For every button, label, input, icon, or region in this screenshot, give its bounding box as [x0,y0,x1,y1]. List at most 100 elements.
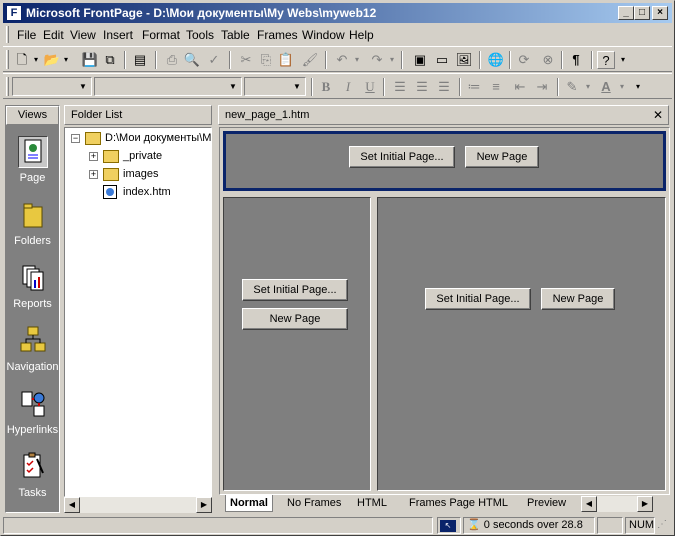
close-document-icon[interactable]: ✕ [651,108,665,122]
minimize-button[interactable]: _ [618,6,634,20]
frontpage-app-icon[interactable]: F [6,5,22,21]
menu-window[interactable]: Window [302,28,345,42]
views-bar: Views Page Folders Reports Navigation Hy… [5,105,60,513]
toolbar-separator [459,78,461,96]
print-icon[interactable]: ⎙ [163,51,181,69]
new-page-button[interactable]: New Page [242,308,348,330]
bold-icon[interactable]: B [317,78,335,96]
folder-list-hscrollbar[interactable]: ◀ ▶ [64,497,212,513]
hyperlink-icon[interactable]: 🌐 [487,51,505,69]
set-initial-page-button[interactable]: Set Initial Page... [425,288,531,310]
tabs-scroll-track[interactable] [597,496,637,512]
scroll-right-icon[interactable]: ▶ [637,496,653,512]
insert-picture-icon[interactable]: 🖼 [455,51,473,69]
frame-top[interactable]: Set Initial Page... New Page [223,131,666,191]
tree-item-private[interactable]: + _private [87,148,207,164]
toolbar-grip[interactable] [6,77,9,96]
expand-icon[interactable]: + [89,152,98,161]
scroll-right-icon[interactable]: ▶ [196,497,212,513]
expand-icon[interactable]: + [89,170,98,179]
redo-dropdown-icon[interactable]: ▾ [383,51,401,69]
show-all-icon[interactable]: ¶ [567,51,585,69]
stop-icon[interactable]: ⊗ [539,51,557,69]
scroll-left-icon[interactable]: ◀ [581,496,597,512]
preview-icon[interactable]: 🔍 [183,51,201,69]
close-button[interactable]: × [652,6,668,20]
insert-table-icon[interactable]: ▭ [433,51,451,69]
frame-main[interactable]: Set Initial Page... New Page [377,197,666,491]
menu-view[interactable]: View [70,28,96,42]
undo-dropdown-icon[interactable]: ▾ [348,51,366,69]
italic-icon[interactable]: I [339,78,357,96]
new-page-button[interactable]: New Page [465,146,539,168]
new-page-button[interactable]: New Page [541,288,615,310]
font-combo[interactable]: ▼ [94,77,242,96]
chevron-down-icon[interactable]: ▼ [290,79,304,94]
tab-preview[interactable]: Preview [527,495,566,512]
toolbar-separator [155,51,157,69]
tree-item-index[interactable]: index.htm [87,184,207,200]
menu-file[interactable]: File [17,28,36,42]
resize-grip-icon[interactable]: ⋰ [657,519,670,533]
chevron-down-icon[interactable]: ▼ [76,79,90,94]
tree-root[interactable]: − D:\Мои документы\M [69,130,211,146]
menu-frames[interactable]: Frames [257,28,298,42]
folder-tree[interactable]: − D:\Мои документы\M + _private + images… [64,127,212,497]
underline-icon[interactable]: U [361,78,379,96]
tab-no-frames[interactable]: No Frames [287,495,341,512]
bullets-icon[interactable]: ≡ [487,78,505,96]
increase-indent-icon[interactable]: ⇥ [533,78,551,96]
publish-icon[interactable]: ⧉ [101,51,119,69]
tasks-view-icon [18,451,48,483]
view-tasks[interactable]: Tasks [6,445,59,507]
decrease-indent-icon[interactable]: ⇤ [511,78,529,96]
view-page[interactable]: Page [6,130,59,192]
menu-help[interactable]: Help [349,28,374,42]
view-reports[interactable]: Reports [6,256,59,318]
menu-insert[interactable]: Insert [103,28,133,42]
view-folders[interactable]: Folders [6,193,59,255]
document-tab[interactable]: new_page_1.htm ✕ [218,105,669,125]
paste-icon[interactable]: 📋 [277,51,295,69]
maximize-button[interactable]: □ [634,6,650,20]
frame-left[interactable]: Set Initial Page... New Page [223,197,371,491]
tree-item-images[interactable]: + images [87,166,207,182]
toolbar-grip[interactable] [6,50,9,69]
tab-frames-page-html[interactable]: Frames Page HTML [409,495,508,512]
open-dropdown-icon[interactable]: ▾ [57,51,75,69]
font-size-combo[interactable]: ▼ [244,77,306,96]
spelling-icon[interactable]: ✓ [205,51,223,69]
collapse-icon[interactable]: − [71,134,80,143]
align-right-icon[interactable]: ☰ [435,78,453,96]
cut-icon[interactable]: ✂ [237,51,255,69]
format-painter-icon[interactable]: 🖌 [301,51,319,69]
folder-list-icon[interactable]: ▤ [131,51,149,69]
copy-icon[interactable]: ⎘ [257,51,275,69]
menu-format[interactable]: Format [142,28,180,42]
tree-item-label: images [123,168,159,180]
save-icon[interactable]: 💾 [81,51,99,69]
toolbar-options-icon[interactable]: ▾ [629,78,647,96]
menu-table[interactable]: Table [221,28,250,42]
set-initial-page-button[interactable]: Set Initial Page... [242,279,348,301]
align-left-icon[interactable]: ☰ [391,78,409,96]
toolbar-options-icon[interactable]: ▾ [614,51,632,69]
chevron-down-icon[interactable]: ▼ [226,79,240,94]
numbering-icon[interactable]: ≔ [465,78,483,96]
align-center-icon[interactable]: ☰ [413,78,431,96]
refresh-icon[interactable]: ⟳ [515,51,533,69]
scroll-left-icon[interactable]: ◀ [64,497,80,513]
menu-edit[interactable]: Edit [43,28,64,42]
menubar-grip[interactable] [6,26,9,43]
tab-html[interactable]: HTML [357,495,387,512]
help-icon[interactable]: ? [597,51,615,69]
style-combo[interactable]: ▼ [12,77,92,96]
view-navigation[interactable]: Navigation [6,319,59,381]
highlight-dropdown-icon[interactable]: ▾ [579,78,597,96]
view-hyperlinks[interactable]: Hyperlinks [6,382,59,444]
set-initial-page-button[interactable]: Set Initial Page... [349,146,455,168]
insert-component-icon[interactable]: ▣ [411,51,429,69]
menu-tools[interactable]: Tools [186,28,214,42]
title-bar[interactable]: F Microsoft FrontPage - D:\Мои документы… [3,3,672,23]
tab-normal[interactable]: Normal [225,495,273,512]
